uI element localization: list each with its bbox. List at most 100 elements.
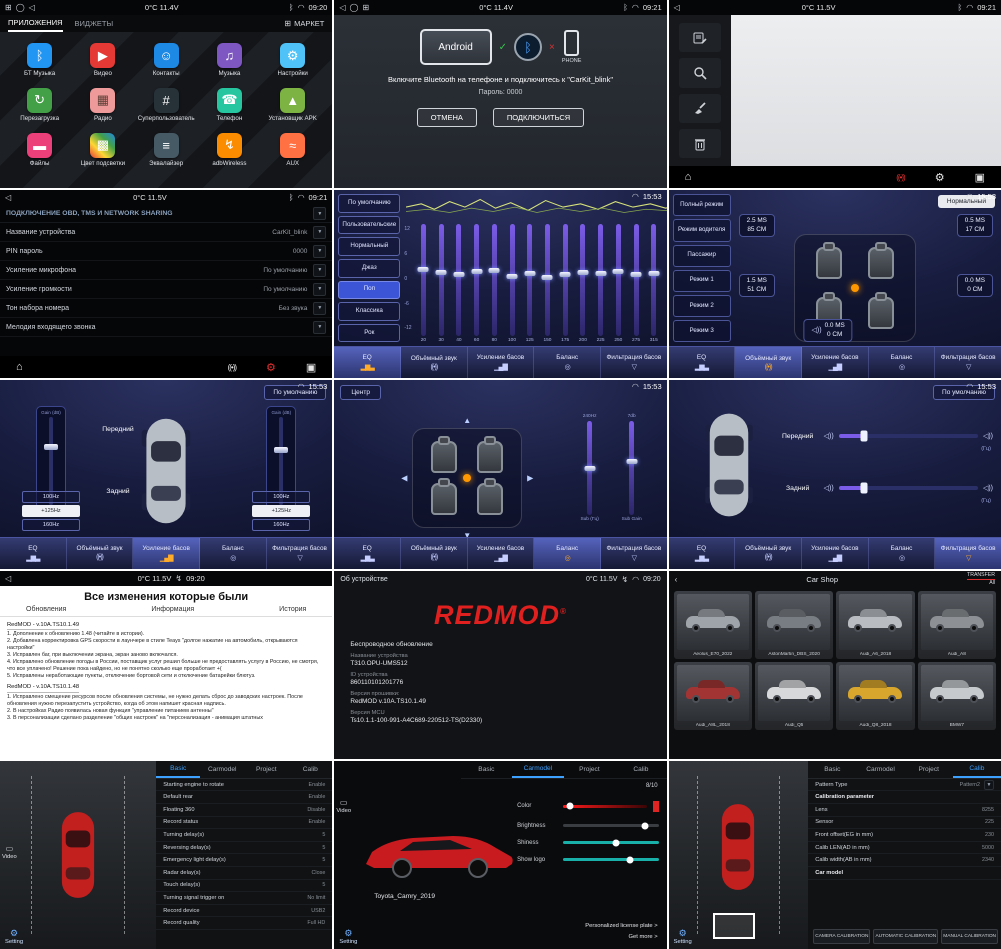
tab-bass-filter[interactable]: Фильтрация басов▽: [601, 538, 667, 569]
sub-gain-slider[interactable]: 7dbSub Gain: [619, 414, 645, 522]
car-card[interactable]: Audi_Q5: [755, 662, 833, 730]
preset-pop[interactable]: Поп: [338, 281, 400, 300]
section-calibration-parameter[interactable]: Calibration parameter: [808, 791, 1001, 804]
car-model-preview[interactable]: [358, 821, 518, 883]
video-source-button[interactable]: ▭Video: [2, 844, 17, 860]
tab-bass-filter[interactable]: Фильтрация басов▽: [601, 347, 667, 378]
preset-default[interactable]: По умолчанию: [338, 194, 400, 213]
setting-row-ringtone[interactable]: Мелодия входящего звонка▼: [0, 318, 332, 337]
field-ota[interactable]: Беспроводное обновление: [350, 641, 650, 648]
section-car-model[interactable]: Car model: [808, 867, 1001, 880]
pip-icon[interactable]: ▣: [975, 171, 985, 184]
home-circle-icon[interactable]: ◯: [349, 3, 358, 12]
freq-125hz-button[interactable]: +125Hz: [252, 505, 310, 517]
automatic-calibration-button[interactable]: AUTOMATIC CALIBRATION: [873, 929, 938, 944]
center-button[interactable]: Центр: [340, 385, 381, 400]
pip-icon[interactable]: ▣: [306, 361, 316, 374]
setting-row[interactable]: Turning delay(s)5: [156, 829, 332, 842]
freq-100hz-button[interactable]: 100Hz: [22, 491, 80, 503]
app-reboot[interactable]: ↻Перезагрузка: [8, 83, 71, 128]
setting-row-front-offset[interactable]: Front offset(EG in mm)230: [808, 829, 1001, 842]
color-slider[interactable]: [563, 805, 647, 808]
grid-icon[interactable]: ⊞: [362, 3, 369, 12]
mode-3[interactable]: Режим 3: [673, 320, 731, 342]
app-files[interactable]: ▬Файлы: [8, 128, 71, 173]
tab-project[interactable]: Project: [905, 761, 953, 778]
eq-band-slider[interactable]: 40: [450, 224, 468, 343]
broadcast-icon[interactable]: ((•)): [228, 363, 236, 372]
cancel-button[interactable]: ОТМЕНА: [417, 108, 477, 127]
tab-surround[interactable]: Объёмный звук((•)): [735, 347, 802, 378]
eq-band-slider[interactable]: 200: [574, 224, 592, 343]
car-card[interactable]: Aeolus_E70_2022: [674, 591, 752, 659]
back-icon[interactable]: ◁: [674, 3, 680, 12]
trash-button[interactable]: [679, 129, 721, 158]
setting-row[interactable]: Reversing delay(s)5: [156, 842, 332, 855]
tab-surround[interactable]: Объёмный звук((•)): [401, 538, 468, 569]
tab-bass-boost[interactable]: Усиление басов▁▄▇: [468, 538, 535, 569]
eq-band-slider[interactable]: 80: [485, 224, 503, 343]
tab-eq[interactable]: EQ▂▆▃: [334, 538, 401, 569]
camera-calibration-button[interactable]: CAMERA CALIBRATION: [813, 929, 870, 944]
home-icon[interactable]: ⌂: [685, 171, 692, 183]
eq-band-slider[interactable]: 315: [645, 224, 663, 343]
setting-row[interactable]: Record statusEnable: [156, 817, 332, 830]
setting-row-volume-gain[interactable]: Усиление громкостиПо умолчанию▼: [0, 280, 332, 299]
manual-calibration-button[interactable]: MANUAL CALIBRATION: [941, 929, 998, 944]
chevron-down-icon[interactable]: ▼: [984, 780, 994, 790]
tab-basic[interactable]: Basic: [808, 761, 856, 778]
setting-button[interactable]: ⚙Setting: [339, 928, 357, 945]
tab-history[interactable]: История: [279, 606, 306, 613]
tab-basic[interactable]: Basic: [156, 761, 200, 778]
back-icon[interactable]: ◁: [339, 3, 345, 12]
mode-full[interactable]: Полный режим: [673, 194, 731, 216]
freq-100hz-button[interactable]: 100Hz: [252, 491, 310, 503]
eq-band-slider[interactable]: 125: [521, 224, 539, 343]
search-button[interactable]: [679, 58, 721, 87]
setting-row[interactable]: Record deviceUSB2: [156, 905, 332, 918]
eq-band-slider[interactable]: 60: [468, 224, 486, 343]
tab-bass-boost[interactable]: Усиление басов▁▄▇: [802, 347, 869, 378]
mode-driver[interactable]: Режим водителя: [673, 219, 731, 241]
car-card[interactable]: Audi_Q8_2018: [836, 662, 914, 730]
eq-band-slider[interactable]: 150: [539, 224, 557, 343]
eq-band-slider[interactable]: 225: [592, 224, 610, 343]
setting-row[interactable]: Record qualityFull HD: [156, 917, 332, 930]
app-radio[interactable]: ▦Радио: [71, 83, 134, 128]
setting-row-calib-len[interactable]: Calib LEN(AD in mm)5000: [808, 842, 1001, 855]
tab-bass-filter[interactable]: Фильтрация басов▽: [935, 538, 1001, 569]
setting-row-lens[interactable]: Lens8255: [808, 804, 1001, 817]
eq-band-slider[interactable]: 275: [627, 224, 645, 343]
gear-icon[interactable]: ⚙: [266, 361, 276, 374]
setting-row-pattern-type[interactable]: Pattern TypePattern2▼: [808, 779, 1001, 792]
setting-row[interactable]: Starting engine to rotateEnable: [156, 779, 332, 792]
setting-row[interactable]: Emergency light delay(s)5: [156, 854, 332, 867]
tab-basic[interactable]: Basic: [461, 761, 513, 778]
balance-position-dot[interactable]: [463, 474, 471, 482]
freq-125hz-button[interactable]: +125Hz: [22, 505, 80, 517]
tab-eq[interactable]: EQ▂▆▃: [0, 538, 67, 569]
tab-applications[interactable]: ПРИЛОЖЕНИЯ: [8, 15, 63, 32]
mode-passenger[interactable]: Пассажир: [673, 245, 731, 267]
shiness-slider[interactable]: [563, 841, 659, 844]
chevron-down-icon[interactable]: ▼: [313, 245, 326, 258]
app-settings[interactable]: ⚙Настройки: [261, 38, 324, 83]
brightness-slider[interactable]: [563, 824, 659, 827]
mode-2[interactable]: Режим 2: [673, 295, 731, 317]
tab-balance[interactable]: Баланс◎: [869, 538, 936, 569]
home-icon[interactable]: ⌂: [16, 361, 23, 373]
calibration-target-box[interactable]: [713, 913, 755, 939]
connect-button[interactable]: ПОДКЛЮЧИТЬСЯ: [493, 108, 584, 127]
setting-row[interactable]: Turning signal trigger onNo limit: [156, 892, 332, 905]
tab-surround[interactable]: Объёмный звук((•)): [67, 538, 134, 569]
setting-row[interactable]: Floating 360Disable: [156, 804, 332, 817]
car-card[interactable]: BMW7: [918, 662, 996, 730]
tab-balance[interactable]: Баланс◎: [534, 538, 601, 569]
freq-160hz-button[interactable]: 160Hz: [22, 519, 80, 531]
eq-band-slider[interactable]: 100: [503, 224, 521, 343]
app-video[interactable]: ▶Видео: [71, 38, 134, 83]
tab-information[interactable]: Информация: [151, 606, 194, 613]
chevron-down-icon[interactable]: ▼: [313, 207, 326, 220]
eq-band-slider[interactable]: 30: [432, 224, 450, 343]
grid-icon[interactable]: ⊞: [5, 3, 12, 12]
